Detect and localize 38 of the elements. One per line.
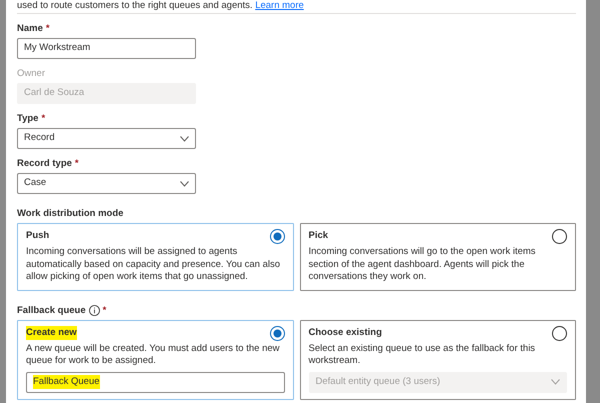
required-asterisk: * [41,113,46,124]
option-title: Create new [26,326,77,340]
required-asterisk: * [102,304,106,316]
field-label: Owner [17,68,45,79]
dropdown[interactable]: Case [17,173,196,194]
radio-button[interactable] [270,326,284,341]
input-field: Carl de Souza [17,83,196,104]
learn-more-link[interactable]: Learn more [255,0,304,11]
field-label: Name [17,23,43,34]
input-field[interactable]: Fallback Queue [26,372,284,393]
option-description: A new queue will be created. You must add users to the new queue for work to be assigned. [26,342,280,368]
chevron-down-icon [180,136,189,142]
required-asterisk: * [74,158,79,169]
option-card[interactable]: Create new A new queue will be created. You must add users to the new queue for work to be assigned. Fallback Queue [17,320,294,400]
radio-button[interactable] [552,326,567,341]
info-icon[interactable] [88,304,100,316]
chevron-down-icon [180,180,189,186]
option-description: Incoming conversations will be assigned to agents automatically based on capacity and presence. You can also allow picking of open work items that go unassigned. [26,246,282,284]
dropdown: Default entity queue (3 users) [308,372,567,393]
field-label: Type [17,113,38,124]
dropdown[interactable]: Record [17,128,196,149]
input-field[interactable]: My Workstream [17,38,196,59]
option-title: Push [26,229,50,244]
chevron-down-icon [551,379,560,386]
field-label: Record type [17,158,72,169]
field-label: Work distribution mode [17,208,124,219]
radio-button[interactable] [270,229,284,244]
option-title: Pick [308,229,328,244]
highlighted-text: Fallback Queue [33,374,100,390]
required-asterisk: * [46,23,50,34]
option-title: Choose existing [308,326,382,340]
option-description: Select an existing queue to use as the fallback for this workstream. [308,342,536,368]
field-label: Fallback queue [17,304,86,316]
option-card[interactable]: Push Incoming conversations will be assigned to agents automatically based on capacity and presence. You can also allow picking of open work items that go unassigned. [17,223,294,290]
option-description: Incoming conversations will go to the open work items section of the agent dashboard. Agents will pick the conversations they work on. [308,246,537,284]
radio-button[interactable] [552,229,567,244]
intro-text: used to route customers to the right queues and agents. Learn more [17,0,576,14]
option-card[interactable]: Pick Incoming conversations will go to the open work items section of the agent dashboard. Agents will pick the conversations they work on. [300,223,576,290]
